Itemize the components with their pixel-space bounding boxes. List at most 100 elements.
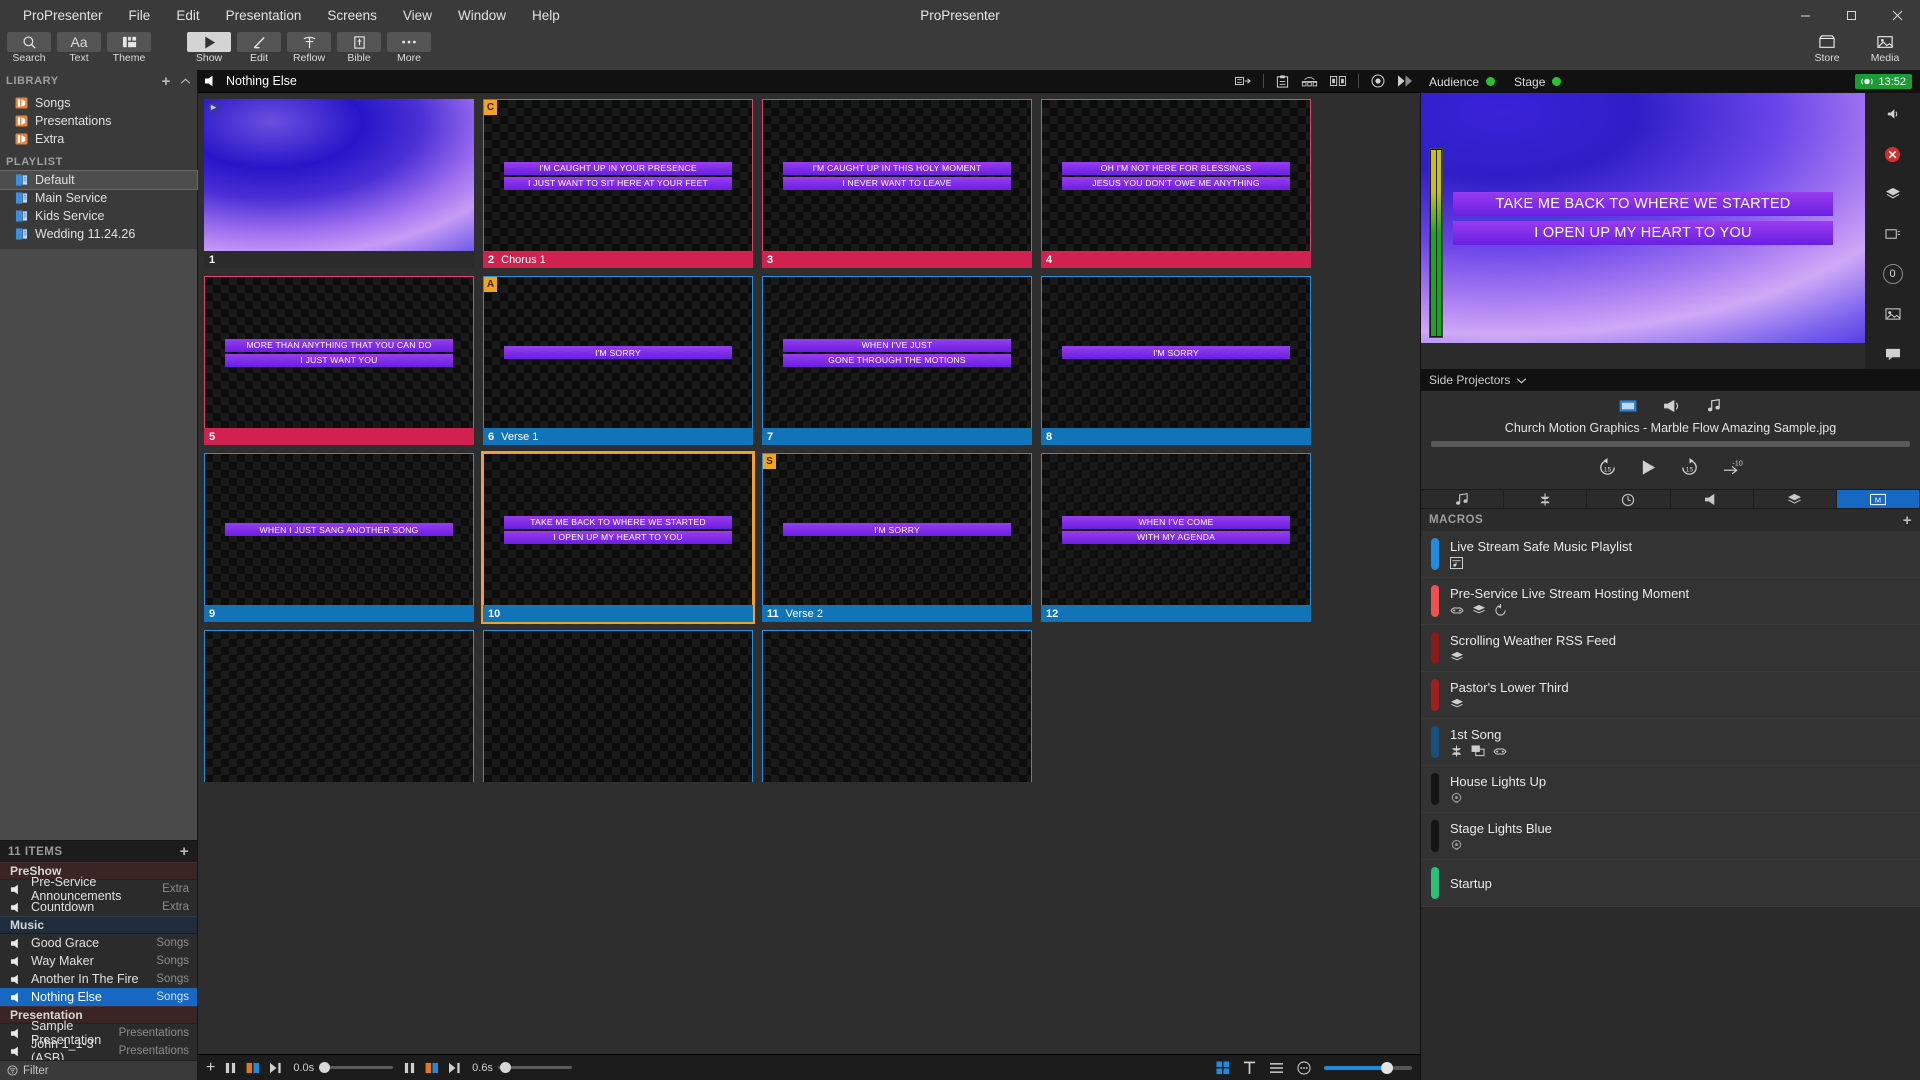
slide-thumbnail-12[interactable]: WHEN I'VE COME WITH MY AGENDA 12 (1041, 453, 1311, 622)
add-library-button[interactable]: + (162, 74, 171, 89)
slide-thumbnail-8[interactable]: I'M SORRY 8 (1041, 276, 1311, 445)
menu-file[interactable]: File (116, 4, 164, 27)
record-icon[interactable] (1371, 74, 1385, 88)
transition-next-icon[interactable] (269, 1062, 283, 1074)
menu-presentation[interactable]: Presentation (213, 4, 315, 27)
media-tab-presentation[interactable] (1619, 399, 1637, 413)
add-slide-button[interactable]: + (206, 1059, 215, 1076)
slide-thumbnail-4[interactable]: OH I'M NOT HERE FOR BLESSINGS JESUS YOU … (1041, 99, 1311, 268)
macro-row[interactable]: Pre-Service Live Stream Hosting Moment (1421, 578, 1920, 625)
transition-a-track[interactable] (319, 1062, 394, 1073)
zero-counter-badge[interactable]: 0 (1873, 259, 1913, 289)
options-icon[interactable] (1297, 1060, 1311, 1075)
grid-view-icon[interactable] (1216, 1060, 1230, 1075)
list-view-icon[interactable] (1269, 1062, 1284, 1074)
macro-row[interactable]: 1st Song (1421, 719, 1920, 766)
toolbar-bible-button[interactable]: Bible (334, 30, 384, 70)
minimize-button[interactable] (1782, 0, 1828, 30)
transition-duration-a[interactable]: 0.0s (293, 1062, 394, 1074)
menu-screens[interactable]: Screens (314, 4, 390, 27)
toolbar-edit-button[interactable]: Edit (234, 30, 284, 70)
transition-b-track[interactable] (497, 1062, 572, 1073)
menu-window[interactable]: Window (445, 4, 519, 27)
menu-propresenter[interactable]: ProPresenter (10, 4, 116, 27)
menu-edit[interactable]: Edit (163, 4, 212, 27)
audio-panel-icon[interactable] (1873, 99, 1913, 129)
macros-list[interactable]: Live Stream Safe Music Playlist Pre-Serv… (1421, 531, 1920, 1080)
pause-transition-icon[interactable] (224, 1062, 237, 1074)
rewind-15-icon[interactable]: 15 (1597, 457, 1618, 477)
library-item-presentations[interactable]: Presentations (0, 112, 197, 130)
media-tab-announcements[interactable] (1663, 399, 1681, 413)
slide-thumbnail-7[interactable]: WHEN I'VE JUST GONE THROUGH THE MOTIONS … (762, 276, 1032, 445)
slide-thumbnail-6[interactable]: A I'M SORRY 6 Verse 1 (483, 276, 753, 445)
slide-thumbnail-11[interactable]: S I'M SORRY 11 Verse 2 (762, 453, 1032, 622)
toolbar-media-button[interactable]: Media (1856, 30, 1914, 70)
skip-minus-10-icon[interactable]: -10 (1722, 458, 1744, 476)
library-item-songs[interactable]: Songs (0, 94, 197, 112)
slide-grid-scroll[interactable]: 1 C I'M CAUGHT UP IN YOUR PRESENCE I JUS… (198, 93, 1420, 1054)
group-header-music[interactable]: Music (0, 916, 197, 934)
menu-help[interactable]: Help (519, 4, 573, 27)
output-preview[interactable]: TAKE ME BACK TO WHERE WE STARTED I OPEN … (1421, 93, 1866, 343)
notes-icon[interactable] (1276, 74, 1289, 88)
toolbar-search-button[interactable]: Search (4, 30, 54, 70)
transition-b-knob[interactable] (499, 1062, 511, 1073)
list-item[interactable]: Good Grace Songs (0, 934, 197, 952)
zoom-slider[interactable] (1324, 1061, 1412, 1074)
clear-media-icon[interactable] (1873, 179, 1913, 209)
macro-row[interactable]: Startup (1421, 860, 1920, 907)
zoom-slider-knob[interactable] (1381, 1061, 1393, 1074)
slide-thumbnail-13[interactable] (204, 630, 474, 782)
playlist-item-wedding[interactable]: Wedding 11.24.26 (0, 225, 197, 243)
clear-messages-icon[interactable] (1873, 339, 1913, 369)
audience-output-label[interactable]: Audience (1429, 75, 1479, 89)
tab-messages[interactable] (1671, 490, 1754, 508)
add-macro-button[interactable]: + (1903, 513, 1912, 528)
slide-thumbnail-14[interactable] (483, 630, 753, 782)
macro-row[interactable]: House Lights Up (1421, 766, 1920, 813)
transition-a-knob[interactable] (319, 1062, 331, 1073)
transition-icon[interactable] (246, 1062, 260, 1074)
tab-macros[interactable]: M (1836, 490, 1920, 508)
playlist-item-kids-service[interactable]: Kids Service (0, 207, 197, 225)
slide-thumbnail-5[interactable]: MORE THAN ANYTHING THAT YOU CAN DO I JUS… (204, 276, 474, 445)
projector-selector[interactable]: Side Projectors (1421, 369, 1920, 391)
media-tab-audio[interactable] (1707, 399, 1722, 413)
playlist-item-main-service[interactable]: Main Service (0, 189, 197, 207)
tab-audio[interactable] (1421, 490, 1505, 508)
toolbar-reflow-button[interactable]: Reflow (284, 30, 334, 70)
toolbar-store-button[interactable]: Store (1798, 30, 1856, 70)
list-item[interactable]: Pre-Service Announcements Extra (0, 875, 197, 903)
slide-labels-icon[interactable] (1301, 75, 1318, 87)
toolbar-theme-button[interactable]: Theme (104, 30, 154, 70)
transition-duration-b[interactable]: 0.6s (472, 1062, 572, 1074)
close-button[interactable] (1874, 0, 1920, 30)
chevron-down-icon[interactable] (1516, 377, 1527, 384)
slide-thumbnail-9[interactable]: WHEN I JUST SANG ANOTHER SONG 9 (204, 453, 474, 622)
list-item[interactable]: John 1_1-3 (ASB) Presentations (0, 1037, 197, 1065)
list-item[interactable]: Another In The Fire Songs (0, 970, 197, 988)
list-item[interactable]: Way Maker Songs (0, 952, 197, 970)
next-slide-icon[interactable] (1397, 74, 1414, 88)
slide-thumbnail-10[interactable]: TAKE ME BACK TO WHERE WE STARTED I OPEN … (481, 451, 755, 624)
slide-thumbnail-1[interactable]: 1 (204, 99, 474, 268)
macro-row[interactable]: Scrolling Weather RSS Feed (1421, 625, 1920, 672)
split-view-icon[interactable] (1330, 75, 1346, 87)
maximize-button[interactable] (1828, 0, 1874, 30)
library-item-extra[interactable]: Extra (0, 130, 197, 148)
slide-thumbnail-2[interactable]: C I'M CAUGHT UP IN YOUR PRESENCE I JUST … (483, 99, 753, 268)
clear-audio-icon[interactable] (1873, 219, 1913, 249)
tab-props[interactable] (1504, 490, 1588, 508)
toolbar-show-button[interactable]: Show (184, 30, 234, 70)
record-status-badge[interactable]: 13:52 (1855, 74, 1912, 89)
forward-15-icon[interactable]: 15 (1679, 457, 1700, 477)
add-item-button[interactable]: + (180, 844, 189, 859)
macro-row[interactable]: Stage Lights Blue (1421, 813, 1920, 860)
presentation-arrangement-icon[interactable] (1235, 75, 1251, 87)
transition-next-icon-2[interactable] (448, 1062, 462, 1074)
text-view-icon[interactable] (1243, 1061, 1256, 1075)
menu-view[interactable]: View (390, 4, 445, 27)
tab-layers[interactable] (1754, 490, 1837, 508)
slide-thumbnail-3[interactable]: I'M CAUGHT UP IN THIS HOLY MOMENT I NEVE… (762, 99, 1032, 268)
